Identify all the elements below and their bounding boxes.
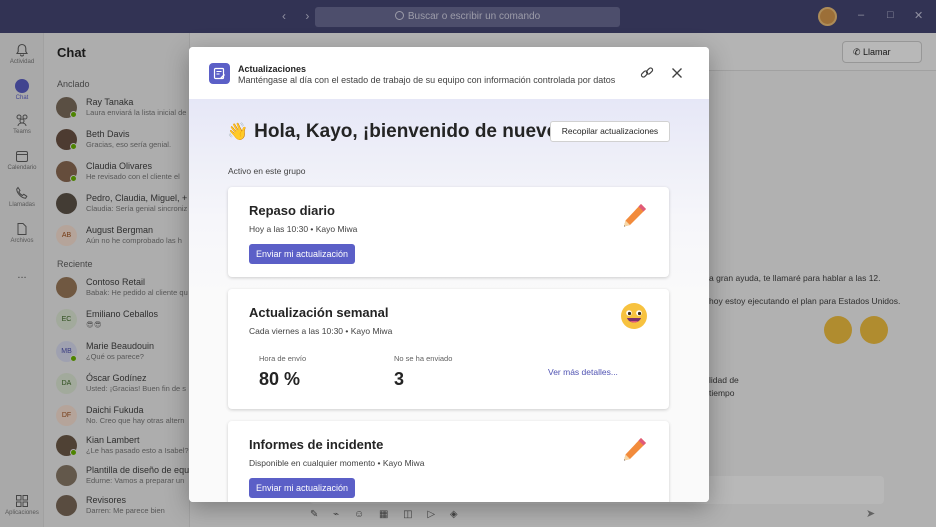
pencil-icon: [624, 438, 646, 461]
pencil-icon: [624, 204, 646, 227]
more-details-link[interactable]: Ver más detalles...: [548, 367, 618, 377]
active-group-label: Activo en este grupo: [228, 166, 306, 176]
stat-value: 3: [394, 369, 405, 389]
send-update-button[interactable]: Enviar mi actualización: [249, 244, 356, 264]
update-card-daily[interactable]: Repaso diario Hoy a las 10:30 • Kayo Miw…: [228, 187, 669, 277]
link-icon[interactable]: [639, 65, 655, 81]
close-icon[interactable]: [670, 66, 684, 80]
dialog-subtitle: Manténgase al día con el estado de traba…: [238, 75, 616, 85]
update-card-incident[interactable]: Informes de incidente Disponible en cual…: [228, 421, 669, 502]
updates-app-icon: [209, 63, 230, 84]
card-title: Informes de incidente: [249, 437, 384, 452]
update-card-weekly[interactable]: Actualización semanal Cada viernes a las…: [228, 289, 669, 409]
greeting: 👋 Hola, Kayo, ¡bienvenido de nuevo!: [227, 121, 565, 143]
card-meta: Cada viernes a las 10:30 • Kayo Miwa: [249, 326, 393, 336]
card-meta: Disponible en cualquier momento • Kayo M…: [249, 458, 425, 468]
card-meta: Hoy a las 10:30 • Kayo Miwa: [249, 224, 358, 234]
stat-label: Hora de envío: [259, 354, 307, 363]
collect-updates-button[interactable]: Recopilar actualizaciones: [550, 121, 670, 142]
dialog-title: Actualizaciones: [238, 64, 307, 74]
card-title: Repaso diario: [249, 203, 335, 218]
send-update-button[interactable]: Enviar mi actualización: [249, 478, 356, 498]
dialog-body: 👋 Hola, Kayo, ¡bienvenido de nuevo! Recop…: [189, 99, 709, 502]
greeting-text: Hola, Kayo, ¡bienvenido de nuevo!: [254, 121, 565, 142]
stat-label: No se ha enviado: [394, 354, 453, 363]
updates-dialog: Actualizaciones Manténgase al día con el…: [189, 47, 709, 502]
card-title: Actualización semanal: [249, 305, 389, 320]
stat-value: 80 %: [259, 369, 301, 389]
dialog-header: Actualizaciones Manténgase al día con el…: [189, 47, 709, 99]
wave-emoji-icon: 👋: [227, 122, 249, 141]
smiley-icon: [621, 303, 647, 329]
